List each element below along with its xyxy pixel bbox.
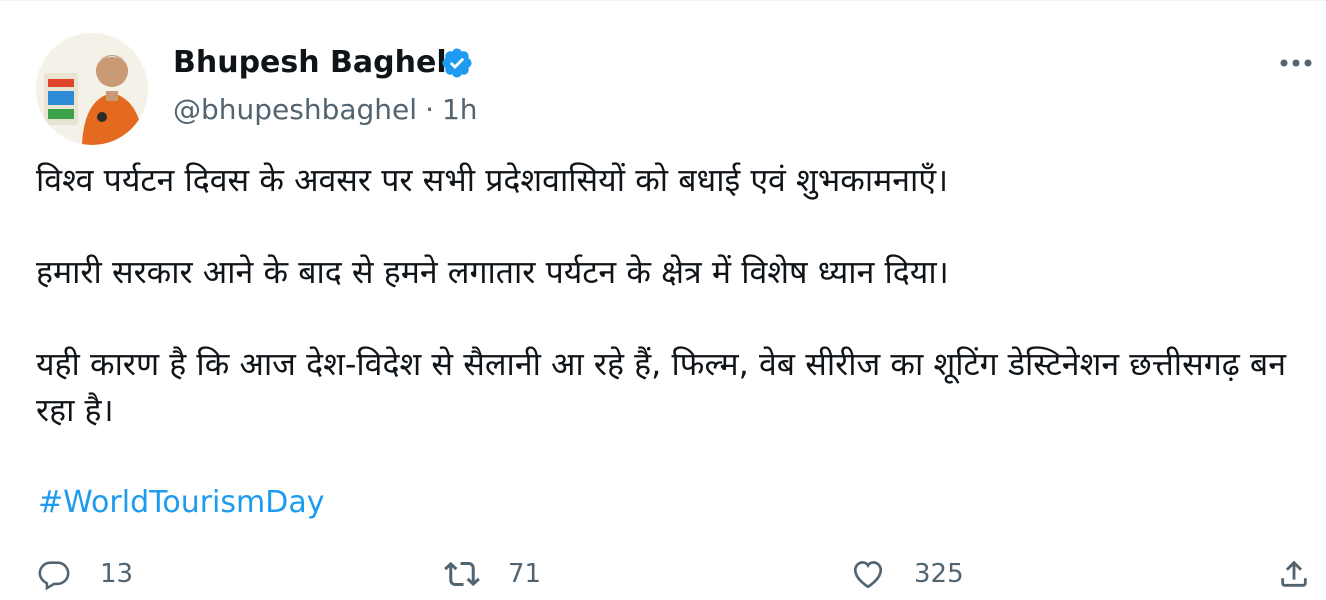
more-dots-icon (1280, 59, 1312, 67)
tweet-card[interactable]: Bhupesh Baghel @bhupeshbaghel · 1h विश्व प… (0, 0, 1326, 600)
tweet-paragraph: विश्व पर्यटन दिवस के अवसर पर सभी प्रदेशव… (36, 161, 949, 199)
tweet-paragraph: हमारी सरकार आने के बाद से हमने लगातार पर… (36, 253, 949, 291)
retweet-count: 71 (508, 559, 542, 589)
verified-badge-icon (440, 46, 474, 80)
reply-icon (36, 556, 72, 592)
author-name[interactable]: Bhupesh Baghel (173, 41, 447, 85)
avatar[interactable] (36, 33, 148, 145)
tweet-text: विश्व पर्यटन दिवस के अवसर पर सभी प्रदेशव… (36, 157, 1296, 479)
share-button[interactable] (1276, 549, 1312, 599)
tweet-timestamp[interactable]: 1h (442, 93, 478, 126)
separator-dot: · (425, 93, 434, 126)
hashtag-link[interactable]: #WorldTourismDay (38, 481, 324, 525)
retweet-icon (444, 556, 480, 592)
author-handle-line: @bhupeshbaghel · 1h (173, 89, 478, 131)
author-handle[interactable]: @bhupeshbaghel (173, 93, 417, 126)
retweet-button[interactable]: 71 (444, 549, 541, 599)
reply-button[interactable]: 13 (36, 549, 133, 599)
tweet-paragraph: यही कारण है कि आज देश-विदेश से सैलानी आ … (36, 345, 1286, 429)
reply-count: 13 (100, 559, 134, 589)
share-icon (1276, 556, 1312, 592)
like-button[interactable]: 325 (850, 549, 964, 599)
heart-icon (850, 556, 886, 592)
like-count: 325 (914, 559, 964, 589)
tweet-actions: 13 71 325 (0, 549, 1326, 599)
more-options-button[interactable] (1274, 41, 1318, 85)
